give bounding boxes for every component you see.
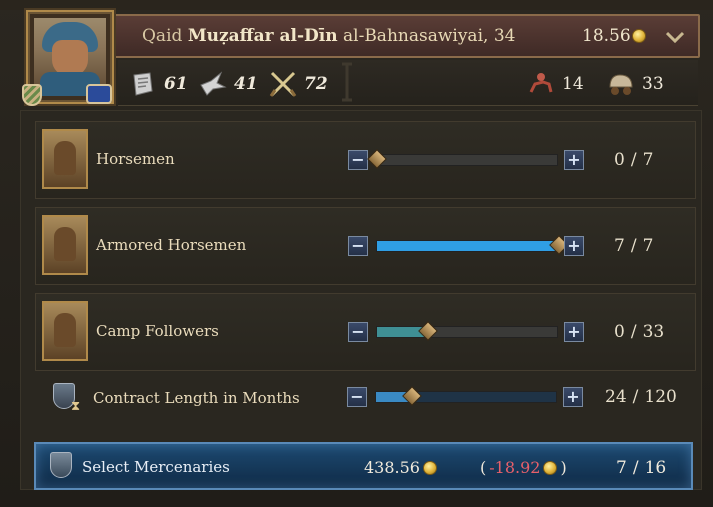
unit-row-horsemen: Horsemen − + 0/7 bbox=[35, 121, 696, 199]
mercenary-units-panel: Horsemen − + 0/7 Armored Horsemen − + 7/… bbox=[20, 110, 702, 490]
mercenary-count: 7/16 bbox=[616, 458, 667, 478]
slider-handle[interactable] bbox=[402, 386, 423, 406]
crossed-swords-icon bbox=[268, 70, 298, 98]
unit-count: 0/33 bbox=[614, 322, 665, 342]
gold-coin-icon bbox=[632, 29, 646, 43]
gold-coin-icon bbox=[543, 460, 558, 475]
increase-button[interactable]: + bbox=[563, 387, 583, 407]
increase-button[interactable]: + bbox=[564, 150, 584, 170]
supply-wagon-icon bbox=[606, 70, 636, 98]
character-header: Qaid Muẓaffar al-Dīn al-Bahnasawiyai, 34… bbox=[108, 14, 700, 58]
cavalry-icon bbox=[526, 70, 556, 98]
character-first-name: Muẓaffar al-Dīn bbox=[187, 26, 338, 46]
stats-bar: 61 41 72 14 33 bbox=[118, 60, 698, 106]
unit-row-armored-horsemen: Armored Horsemen − + 7/7 bbox=[35, 207, 696, 285]
stat-levies[interactable]: 14 bbox=[526, 70, 584, 98]
armored-horsemen-portrait-icon[interactable] bbox=[42, 215, 88, 275]
slider-fill bbox=[377, 241, 559, 251]
unit-slider[interactable] bbox=[367, 149, 558, 169]
select-label: Select Mercenaries bbox=[82, 458, 230, 476]
contract-label: Contract Length in Months bbox=[93, 389, 300, 407]
unit-count: 7/7 bbox=[614, 236, 654, 256]
stat-supply[interactable]: 33 bbox=[606, 70, 664, 98]
character-age: , 34 bbox=[483, 26, 516, 46]
hourglass-icon: ⧗ bbox=[71, 399, 81, 414]
unit-count: 0/7 bbox=[614, 150, 654, 170]
unit-slider[interactable] bbox=[376, 321, 558, 341]
stat-diplomacy[interactable]: 41 bbox=[198, 70, 258, 98]
character-gold: 18.56 bbox=[582, 26, 631, 46]
increase-button[interactable]: + bbox=[564, 322, 584, 342]
unit-name: Armored Horsemen bbox=[96, 236, 247, 254]
contract-slider[interactable] bbox=[375, 386, 557, 406]
faith-icon[interactable] bbox=[22, 84, 42, 106]
hire-cost: 438.56 bbox=[364, 458, 437, 477]
decrease-button[interactable]: − bbox=[348, 322, 368, 342]
slider-handle[interactable] bbox=[418, 321, 438, 341]
top-edge bbox=[0, 0, 713, 10]
chevron-down-icon[interactable] bbox=[658, 20, 692, 54]
mercenary-shield-icon bbox=[50, 452, 78, 484]
character-title: Qaid bbox=[142, 26, 183, 46]
decrease-button[interactable]: − bbox=[348, 150, 368, 170]
contract-length-row: ⧗ Contract Length in Months − + 24/120 bbox=[35, 375, 696, 425]
decrease-button[interactable]: − bbox=[348, 236, 368, 256]
stat-martial[interactable]: 61 bbox=[128, 70, 188, 98]
increase-button[interactable]: + bbox=[564, 236, 584, 256]
martial-icon bbox=[128, 70, 158, 98]
mercenary-hire-window: Qaid Muẓaffar al-Dīn al-Bahnasawiyai, 34… bbox=[0, 0, 713, 507]
select-mercenaries-button[interactable]: Select Mercenaries 438.56 (-18.92) 7/16 bbox=[34, 442, 693, 490]
unit-slider[interactable] bbox=[376, 235, 569, 255]
unit-row-camp-followers: Camp Followers − + 0/33 bbox=[35, 293, 696, 371]
monthly-upkeep: (-18.92) bbox=[480, 458, 567, 477]
character-name[interactable]: Qaid Muẓaffar al-Dīn al-Bahnasawiyai, 34 bbox=[142, 26, 515, 46]
contract-count: 24/120 bbox=[605, 387, 677, 407]
unit-name: Horsemen bbox=[96, 150, 175, 168]
culture-icon[interactable] bbox=[86, 84, 112, 104]
camp-followers-portrait-icon[interactable] bbox=[42, 301, 88, 361]
character-dynasty: al-Bahnasawiyai bbox=[343, 26, 484, 46]
decrease-button[interactable]: − bbox=[347, 387, 367, 407]
horsemen-portrait-icon[interactable] bbox=[42, 129, 88, 189]
contract-shield-icon: ⧗ bbox=[53, 383, 81, 415]
divider-icon bbox=[340, 62, 354, 102]
slider-handle[interactable] bbox=[367, 149, 387, 169]
gold-coin-icon bbox=[422, 460, 437, 475]
dove-icon bbox=[198, 70, 228, 98]
unit-name: Camp Followers bbox=[96, 322, 219, 340]
stat-prowess[interactable]: 72 bbox=[268, 70, 328, 98]
